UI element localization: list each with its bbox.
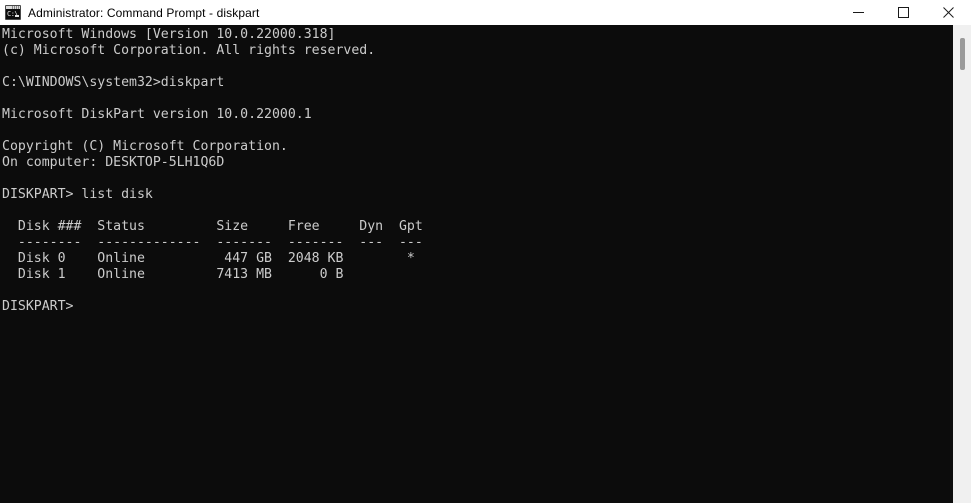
command-prompt-window: C:\ Administrator: Command Prompt - disk…	[0, 0, 971, 503]
scrollbar-thumb[interactable]	[960, 38, 965, 70]
vertical-scrollbar[interactable]	[953, 25, 971, 503]
window-title: Administrator: Command Prompt - diskpart	[28, 5, 260, 20]
disk-table-separator: -------- ------------- ------- ------- -…	[2, 235, 423, 250]
console-line-copyright: Copyright (C) Microsoft Corporation.	[2, 139, 288, 154]
disk-table-row: Disk 0 Online 447 GB 2048 KB *	[2, 251, 415, 266]
console-line-command-diskpart: C:\WINDOWS\system32>diskpart	[2, 75, 225, 90]
minimize-button[interactable]	[836, 0, 881, 25]
title-bar[interactable]: C:\ Administrator: Command Prompt - disk…	[0, 0, 971, 25]
console-line-command-list-disk: DISKPART> list disk	[2, 187, 153, 202]
console-output[interactable]: Microsoft Windows [Version 10.0.22000.31…	[0, 25, 953, 503]
cmd-icon-cursor	[15, 14, 19, 17]
terminal-area: Microsoft Windows [Version 10.0.22000.31…	[0, 25, 971, 503]
console-prompt-line: DISKPART>	[2, 299, 74, 314]
window-controls	[836, 0, 971, 25]
maximize-icon	[898, 7, 909, 18]
disk-table-header: Disk ### Status Size Free Dyn Gpt	[2, 219, 423, 234]
cmd-icon-buttons	[12, 5, 20, 9]
close-icon	[943, 7, 954, 18]
console-line: (c) Microsoft Corporation. All rights re…	[2, 43, 376, 58]
console-line-diskpart-version: Microsoft DiskPart version 10.0.22000.1	[2, 107, 312, 122]
maximize-button[interactable]	[881, 0, 926, 25]
disk-table-row: Disk 1 Online 7413 MB 0 B	[2, 267, 344, 282]
console-line-computer-name: On computer: DESKTOP-5LH1Q6D	[2, 155, 225, 170]
console-line: Microsoft Windows [Version 10.0.22000.31…	[2, 27, 336, 42]
cmd-console-icon: C:\	[5, 4, 21, 21]
close-button[interactable]	[926, 0, 971, 25]
minimize-icon	[853, 12, 864, 13]
